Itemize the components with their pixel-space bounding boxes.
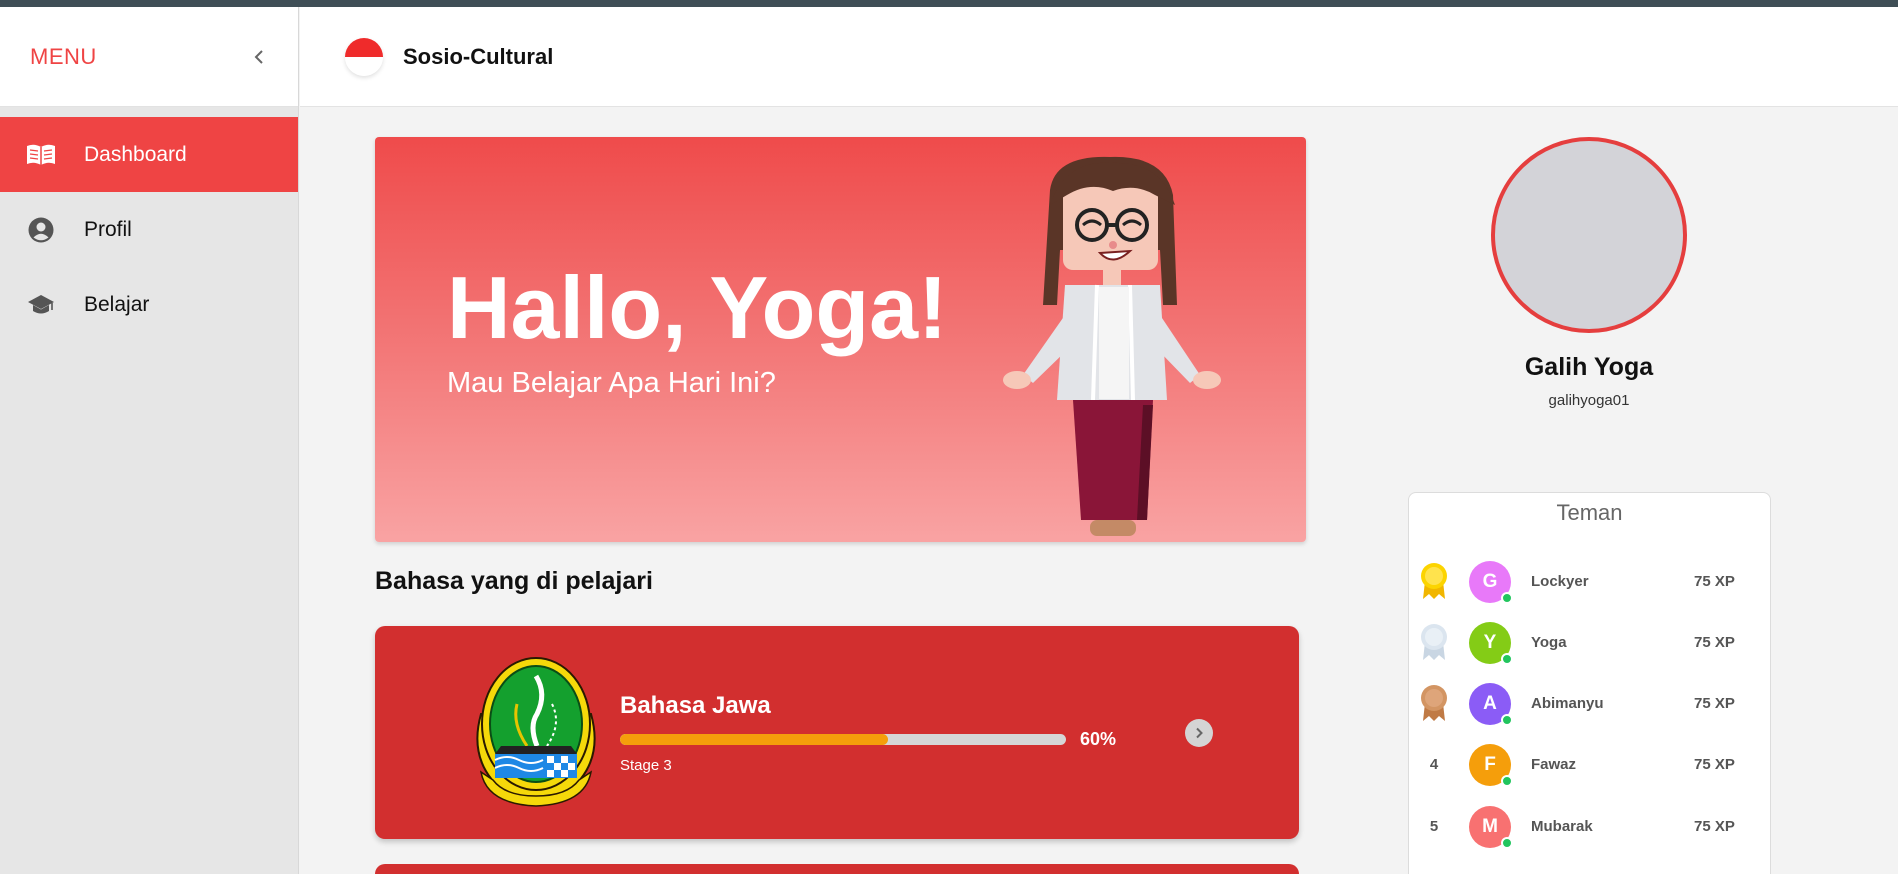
friend-name: Fawaz	[1531, 756, 1577, 773]
friend-row[interactable]: G Lockyer 75 XP	[1409, 555, 1770, 605]
greeting-subtitle: Mau Belajar Apa Hari Ini?	[447, 367, 776, 399]
window-top-strip	[0, 0, 1898, 7]
user-circle-icon	[26, 215, 56, 245]
avatar-initial: Y	[1483, 632, 1497, 653]
friend-xp: 75 XP	[1694, 756, 1735, 773]
character-illustration	[1003, 156, 1221, 536]
online-status-dot	[1501, 837, 1513, 849]
west-java-emblem	[476, 657, 596, 807]
progress-fill	[620, 734, 888, 745]
avatar: G	[1469, 561, 1513, 604]
course-progress-bar	[620, 734, 1066, 745]
app-title: Sosio-Cultural	[403, 43, 554, 69]
sidebar: MENU Dashboard Profil Belajar	[0, 7, 299, 874]
indonesia-flag-icon	[345, 37, 383, 76]
avatar-initial: M	[1482, 816, 1498, 837]
chevron-right-icon	[1196, 727, 1203, 739]
gold-medal-icon	[1417, 559, 1451, 603]
friends-title: Teman	[1556, 500, 1623, 525]
profile-name: Galih Yoga	[1524, 353, 1654, 381]
sidebar-item-belajar[interactable]: Belajar	[0, 267, 298, 342]
top-header: Sosio-Cultural	[300, 7, 1898, 107]
sidebar-item-label: Profil	[84, 217, 132, 241]
graduation-cap-icon	[26, 290, 56, 320]
friend-row[interactable]: 4 F Fawaz 75 XP	[1409, 738, 1770, 788]
friend-xp: 75 XP	[1694, 573, 1735, 590]
friend-xp: 75 XP	[1694, 695, 1735, 712]
avatar-initial: A	[1483, 693, 1497, 714]
profile-username: galihyoga01	[1548, 392, 1630, 409]
greeting-title: Hallo, Yoga!	[447, 258, 948, 357]
course-name: Bahasa Jawa	[620, 692, 771, 719]
friend-row[interactable]: A Abimanyu 75 XP	[1409, 677, 1770, 727]
friend-name: Yoga	[1531, 634, 1567, 651]
course-stage: Stage 3	[620, 757, 672, 774]
bronze-medal-icon	[1417, 681, 1451, 725]
sidebar-item-profil[interactable]: Profil	[0, 192, 298, 267]
friends-panel: Teman G Lockyer 75 XP Y Yoga 75 XP A Abi…	[1408, 492, 1771, 874]
avatar: F	[1469, 744, 1513, 787]
course-open-button[interactable]	[1185, 719, 1213, 747]
friend-name: Mubarak	[1531, 818, 1593, 835]
avatar: M	[1469, 806, 1513, 849]
progress-percent: 60%	[1080, 729, 1117, 749]
silver-medal-icon	[1417, 620, 1451, 664]
course-card[interactable]	[375, 864, 1299, 874]
friend-xp: 75 XP	[1694, 634, 1735, 651]
sidebar-header: MENU	[0, 7, 298, 107]
rank-number: 4	[1429, 755, 1439, 773]
section-title-languages: Bahasa yang di pelajari	[375, 567, 653, 595]
avatar: A	[1469, 683, 1513, 726]
friend-row[interactable]: Y Yoga 75 XP	[1409, 616, 1770, 666]
friend-row[interactable]: 5 M Mubarak 75 XP	[1409, 800, 1770, 850]
friend-xp: 75 XP	[1694, 818, 1735, 835]
chevron-left-icon	[254, 49, 263, 64]
avatar: Y	[1469, 622, 1513, 665]
sidebar-item-dashboard[interactable]: Dashboard	[0, 117, 298, 192]
sidebar-nav: Dashboard Profil Belajar	[0, 117, 298, 342]
sidebar-item-label: Dashboard	[84, 142, 187, 166]
profile-avatar[interactable]	[1491, 137, 1687, 333]
course-card[interactable]: Bahasa Jawa 60% Stage 3	[375, 626, 1299, 839]
welcome-banner: Hallo, Yoga! Mau Belajar Apa Hari Ini?	[375, 137, 1306, 542]
avatar-initial: G	[1482, 571, 1498, 592]
menu-label: MENU	[30, 43, 97, 69]
friend-name: Abimanyu	[1531, 695, 1604, 712]
book-open-icon	[26, 140, 56, 170]
online-status-dot	[1501, 775, 1513, 787]
online-status-dot	[1501, 592, 1513, 604]
rank-number: 5	[1429, 817, 1439, 835]
friend-name: Lockyer	[1531, 573, 1589, 590]
online-status-dot	[1501, 714, 1513, 726]
collapse-sidebar-button[interactable]	[248, 46, 270, 68]
online-status-dot	[1501, 653, 1513, 665]
sidebar-item-label: Belajar	[84, 292, 150, 316]
avatar-initial: F	[1484, 754, 1496, 775]
